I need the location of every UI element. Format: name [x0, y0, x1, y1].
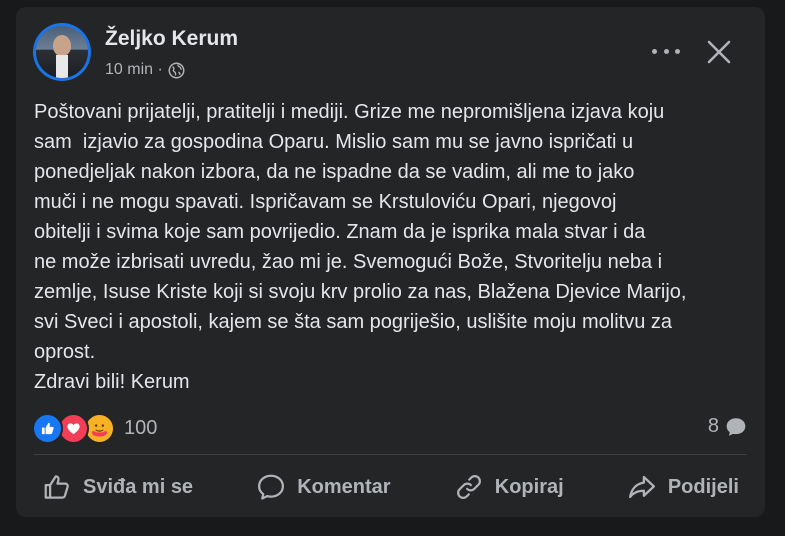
more-options-icon[interactable]	[652, 39, 680, 63]
post-meta: 10 min ·	[105, 61, 185, 79]
comments-count: 8	[707, 415, 719, 437]
like-label: Sviđa mi se	[83, 475, 194, 498]
like-reaction-icon	[32, 412, 63, 444]
post-actions: Sviđa mi se Komentar Kopiraj Podijeli	[34, 465, 747, 509]
share-button[interactable]: Podijeli	[619, 472, 747, 502]
comment-icon	[258, 474, 285, 500]
divider	[34, 454, 747, 455]
author-name[interactable]: Željko Kerum	[105, 27, 238, 51]
share-arrow-icon	[628, 475, 655, 499]
thumbs-up-icon	[44, 475, 69, 499]
copy-button[interactable]: Kopiraj	[446, 472, 572, 502]
comment-label: Komentar	[297, 475, 391, 498]
post-text: Poštovani prijatelji, pratitelji i medij…	[34, 101, 687, 393]
post-card: Željko Kerum 10 min · Poštovani prijatel…	[16, 7, 765, 517]
post-time[interactable]: 10 min ·	[105, 61, 163, 79]
globe-icon	[168, 62, 185, 78]
share-label: Podijeli	[667, 475, 739, 498]
link-icon	[456, 475, 481, 499]
comment-bubble-icon	[726, 417, 746, 436]
avatar-photo	[36, 26, 88, 78]
avatar[interactable]	[33, 23, 91, 81]
comment-button[interactable]: Komentar	[248, 472, 398, 502]
comments-count-link[interactable]: 8	[708, 415, 747, 438]
reactions-summary[interactable]: 100	[32, 412, 157, 444]
close-icon[interactable]	[706, 39, 732, 65]
like-button[interactable]: Sviđa mi se	[34, 472, 201, 502]
reactions-count: 100	[124, 416, 158, 439]
copy-label: Kopiraj	[494, 475, 564, 498]
